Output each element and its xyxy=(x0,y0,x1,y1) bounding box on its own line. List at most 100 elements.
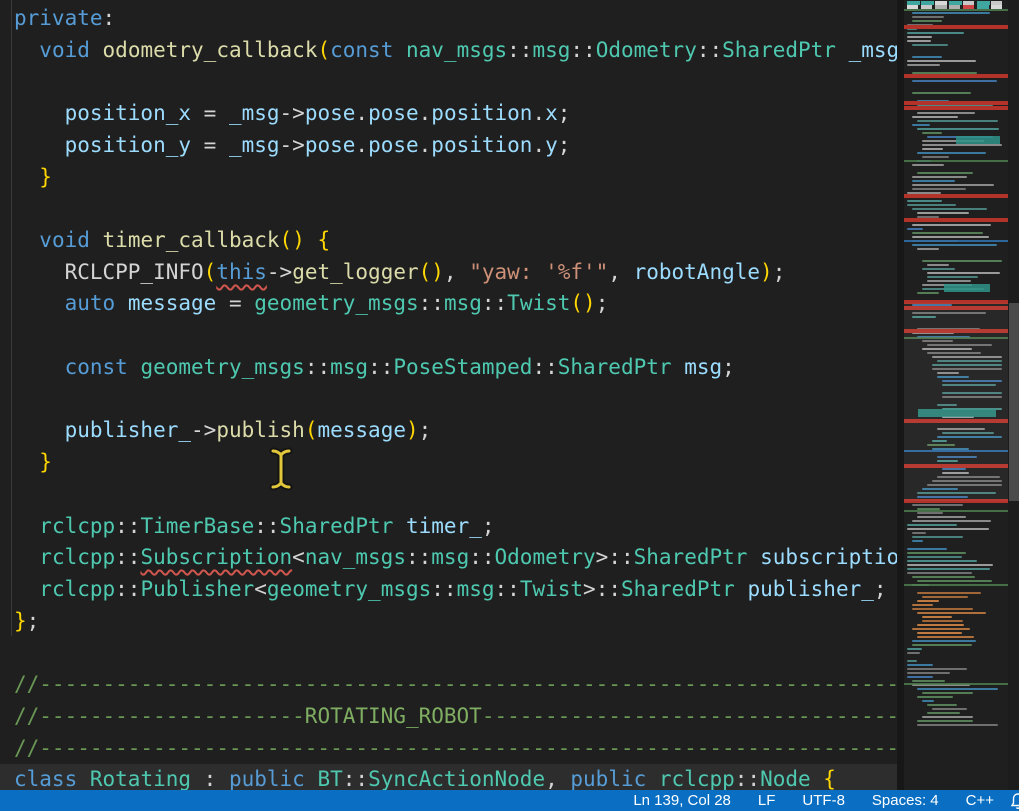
code-line[interactable] xyxy=(14,384,897,416)
code-line[interactable]: } xyxy=(14,162,897,194)
code-line[interactable]: RCLCPP_INFO(this->get_logger(), "yaw: '%… xyxy=(14,257,897,289)
code-line[interactable]: rclcpp::Subscription<nav_msgs::msg::Odom… xyxy=(14,542,897,574)
code-line[interactable]: const geometry_msgs::msg::PoseStamped::S… xyxy=(14,352,897,384)
minimap-line xyxy=(907,556,962,558)
code-token: , xyxy=(444,260,469,284)
code-token: msg xyxy=(684,355,722,379)
minimap-line xyxy=(912,224,991,226)
minimap-line xyxy=(917,612,986,614)
minimap[interactable] xyxy=(904,0,1008,811)
minimap-line xyxy=(917,172,973,174)
vscode-window: private: void odometry_callback(const na… xyxy=(0,0,1019,811)
minimap-line xyxy=(912,604,933,606)
code-token: { xyxy=(823,767,836,791)
minimap-line xyxy=(907,524,957,526)
code-token: :: xyxy=(343,767,368,791)
code-token: geometry_msgs xyxy=(254,291,418,315)
code-token: Rotating xyxy=(90,767,191,791)
code-token: :: xyxy=(115,514,140,538)
notifications-bell-icon[interactable] xyxy=(1008,791,1019,811)
code-token xyxy=(128,355,141,379)
code-line[interactable]: } xyxy=(14,447,897,479)
minimap-line xyxy=(912,520,991,522)
code-token: publisher_ xyxy=(65,418,191,442)
code-token: } xyxy=(39,450,52,474)
code-token xyxy=(735,577,748,601)
code-line[interactable]: private: xyxy=(14,3,897,35)
code-line[interactable] xyxy=(14,193,897,225)
minimap-line xyxy=(907,204,956,206)
minimap-line xyxy=(912,188,966,190)
status-item[interactable]: Ln 139, Col 28 xyxy=(633,792,731,809)
status-item[interactable]: UTF-8 xyxy=(802,792,845,809)
code-line[interactable]: rclcpp::TimerBase::SharedPtr timer_; xyxy=(14,511,897,543)
code-editor[interactable]: private: void odometry_callback(const na… xyxy=(0,0,897,811)
code-token: msg xyxy=(532,38,570,62)
code-token: Twist xyxy=(507,291,570,315)
minimap-line xyxy=(912,44,948,46)
code-token: ROTATING_ROBOT xyxy=(305,704,482,728)
code-token: rclcpp xyxy=(39,577,115,601)
status-item[interactable]: LF xyxy=(758,792,776,809)
code-token: rclcpp xyxy=(39,514,115,538)
code-token: _msg xyxy=(229,101,280,125)
status-bar: Ln 139, Col 28 LF UTF-8 Spaces: 4 C++ xyxy=(0,790,1019,811)
code-line[interactable]: void timer_callback() { xyxy=(14,225,897,257)
minimap-line xyxy=(927,712,960,714)
status-item[interactable]: Spaces: 4 xyxy=(872,792,939,809)
minimap-line xyxy=(912,208,987,210)
minimap-line xyxy=(917,212,969,214)
code-line[interactable]: //---------------------ROTATING_ROBOT---… xyxy=(14,701,897,733)
code-token: :: xyxy=(254,514,279,538)
code-token: TimerBase xyxy=(140,514,254,538)
code-token: PoseStamped xyxy=(393,355,532,379)
code-token: msg xyxy=(457,577,495,601)
code-token: _msg xyxy=(849,38,897,62)
code-line[interactable] xyxy=(14,320,897,352)
code-token: RCLCPP_INFO xyxy=(65,260,204,284)
code-line[interactable] xyxy=(14,479,897,511)
minimap-line xyxy=(904,510,1008,512)
minimap-line xyxy=(922,596,968,598)
code-token: ; xyxy=(596,291,609,315)
minimap-line xyxy=(917,516,966,518)
code-line[interactable]: //--------------------------------------… xyxy=(14,733,897,765)
code-line[interactable]: rclcpp::Publisher<geometry_msgs::msg::Tw… xyxy=(14,574,897,606)
code-token xyxy=(14,577,39,601)
code-token: = xyxy=(216,291,254,315)
code-token xyxy=(14,545,39,569)
minimap-line xyxy=(922,156,949,158)
code-token: ( xyxy=(317,38,330,62)
code-token: :: xyxy=(495,577,520,601)
code-line[interactable] xyxy=(14,637,897,669)
code-token: , xyxy=(545,767,570,791)
code-line[interactable]: position_y = _msg->pose.pose.position.y; xyxy=(14,130,897,162)
code-token: geometry_msgs xyxy=(267,577,431,601)
minimap-line xyxy=(912,576,975,578)
code-line[interactable]: auto message = geometry_msgs::msg::Twist… xyxy=(14,288,897,320)
status-item[interactable]: C++ xyxy=(966,792,994,809)
code-line[interactable]: }; xyxy=(14,606,897,638)
code-token: -> xyxy=(280,133,305,157)
minimap-line xyxy=(904,74,1008,78)
code-token: -> xyxy=(191,418,216,442)
scrollbar-thumb[interactable] xyxy=(1009,303,1019,501)
code-token: y xyxy=(545,133,558,157)
code-line[interactable]: publisher_->publish(message); xyxy=(14,415,897,447)
code-line[interactable] xyxy=(14,66,897,98)
code-line[interactable]: position_x = _msg->pose.pose.position.x; xyxy=(14,98,897,130)
code-line[interactable]: //--------------------------------------… xyxy=(14,669,897,701)
code-token: > xyxy=(583,577,596,601)
code-token: , xyxy=(608,260,633,284)
code-token: public xyxy=(229,767,305,791)
minimap-line xyxy=(912,608,973,610)
minimap-line xyxy=(907,660,917,662)
minimap-line xyxy=(927,276,978,278)
minimap-line xyxy=(912,180,955,182)
code-token: pose xyxy=(368,101,419,125)
code-token: ) xyxy=(406,418,419,442)
minimap-line xyxy=(907,664,933,666)
minimap-line xyxy=(912,12,990,14)
scrollbar-track[interactable] xyxy=(1008,0,1019,811)
code-line[interactable]: void odometry_callback(const nav_msgs::m… xyxy=(14,35,897,67)
